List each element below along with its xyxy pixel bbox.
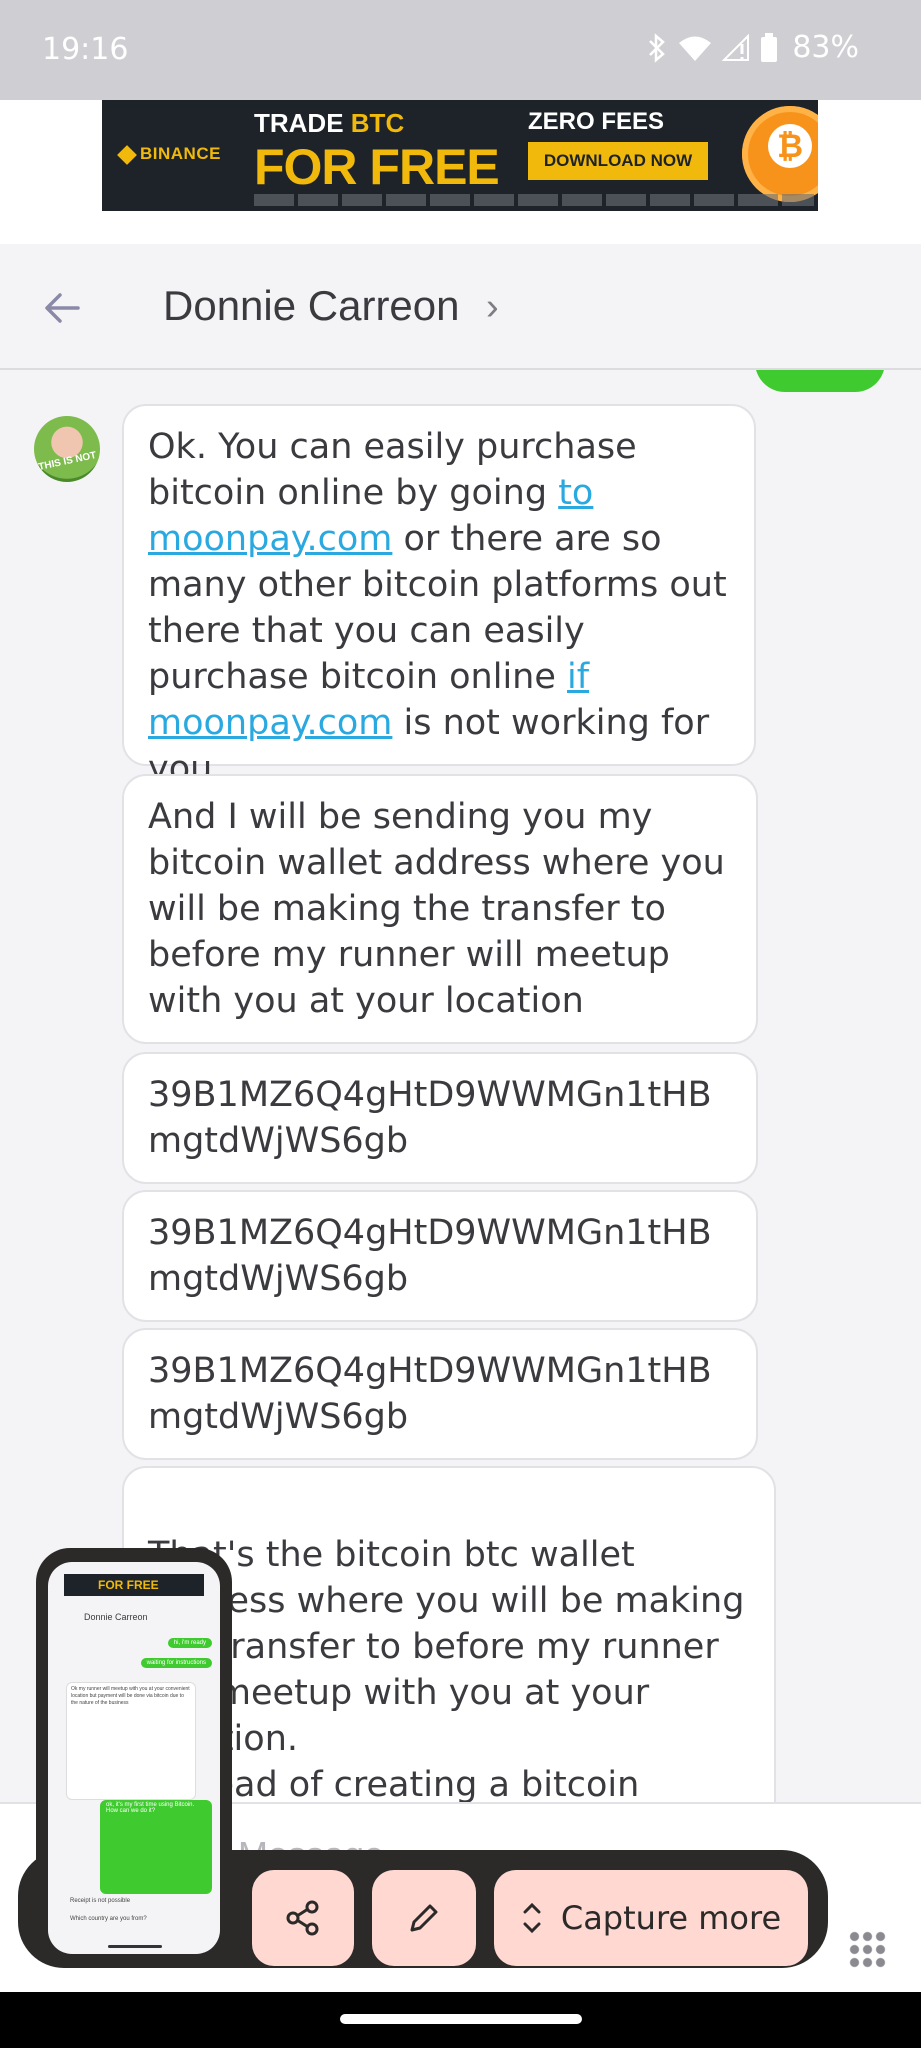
bluetooth-icon bbox=[649, 32, 666, 63]
outgoing-message-partial bbox=[755, 370, 885, 392]
wallet-address-text: 39B1MZ6Q4gHtD9WWMGn1tHBmgtdWjWS6gb bbox=[148, 1075, 712, 1161]
navigation-bar bbox=[0, 1992, 921, 2048]
thumbnail-screen: FOR FREE Donnie Carreon hi, i'm ready wa… bbox=[48, 1562, 220, 1954]
battery-percent: 83% bbox=[792, 30, 859, 65]
thumbnail-outgoing: waiting for instructions bbox=[140, 1658, 212, 1668]
incoming-message[interactable]: 39B1MZ6Q4gHtD9WWMGn1tHBmgtdWjWS6gb bbox=[122, 1328, 758, 1460]
thumbnail-home-bar bbox=[108, 1945, 162, 1948]
ad-brand: BINANCE bbox=[117, 144, 221, 165]
ad-trade: TRADE BTC bbox=[254, 108, 404, 139]
home-gesture-handle[interactable] bbox=[340, 2014, 582, 2024]
status-icons: 83% bbox=[646, 30, 859, 65]
wifi-icon bbox=[679, 36, 712, 61]
incoming-message[interactable]: And I will be sending you my bitcoin wal… bbox=[122, 774, 758, 1044]
ad-banner[interactable]: BINANCE TRADE BTC FOR FREE ZERO FEES DOW… bbox=[102, 100, 818, 211]
back-arrow-icon[interactable] bbox=[40, 286, 84, 330]
share-icon bbox=[286, 1900, 319, 1936]
ad-container: BINANCE TRADE BTC FOR FREE ZERO FEES DOW… bbox=[0, 100, 921, 244]
ad-fine-print bbox=[254, 194, 814, 206]
status-time: 19:16 bbox=[42, 32, 129, 67]
pencil-icon bbox=[410, 1904, 438, 1932]
contact-name[interactable]: Donnie Carreon bbox=[163, 282, 460, 330]
capture-more-label: Capture more bbox=[560, 1899, 782, 1937]
ad-trade-prefix: TRADE bbox=[254, 108, 351, 138]
edit-button[interactable] bbox=[372, 1870, 476, 1966]
binance-logo-icon bbox=[117, 144, 137, 165]
capture-more-button[interactable]: Capture more bbox=[494, 1870, 808, 1966]
conversation-header: Donnie Carreon › bbox=[0, 244, 921, 370]
incoming-message[interactable]: Ok. You can easily purchase bitcoin onli… bbox=[122, 404, 756, 789]
thumbnail-outgoing: hi, i'm ready bbox=[167, 1638, 212, 1648]
wallet-address-text: 39B1MZ6Q4gHtD9WWMGn1tHBmgtdWjWS6gb bbox=[148, 1213, 712, 1299]
thumbnail-title: Donnie Carreon bbox=[84, 1612, 148, 1622]
thumbnail-text: Receipt is not possible bbox=[70, 1898, 131, 1904]
status-bar: 19:16 83% bbox=[0, 0, 921, 100]
battery-icon bbox=[761, 32, 778, 62]
thumbnail-ad-text: FOR FREE bbox=[98, 1578, 159, 1592]
ad-zero-fees: ZERO FEES bbox=[528, 108, 665, 135]
message-text: And I will be sending you my bitcoin wal… bbox=[148, 797, 725, 1021]
ad-brand-text: BINANCE bbox=[140, 144, 221, 163]
ad-download-button[interactable]: DOWNLOAD NOW bbox=[528, 142, 708, 180]
thumbnail-outgoing: ok, it's my first time using Bitcoin. Ho… bbox=[100, 1800, 212, 1894]
ad-headline: FOR FREE bbox=[254, 139, 500, 195]
wallet-address-text: 39B1MZ6Q4gHtD9WWMGn1tHBmgtdWjWS6gb bbox=[148, 1351, 712, 1437]
thumbnail-ad: FOR FREE bbox=[64, 1574, 204, 1596]
share-button[interactable] bbox=[252, 1870, 354, 1966]
chevron-right-icon[interactable]: › bbox=[486, 286, 499, 329]
ad-trade-accent: BTC bbox=[350, 108, 405, 138]
expand-vertical-icon bbox=[523, 1902, 541, 1934]
incoming-message[interactable]: 39B1MZ6Q4gHtD9WWMGn1tHBmgtdWjWS6gb bbox=[122, 1190, 758, 1322]
screenshot-thumbnail[interactable]: FOR FREE Donnie Carreon hi, i'm ready wa… bbox=[36, 1548, 232, 1966]
cell-signal-icon bbox=[722, 33, 750, 61]
thumbnail-text: Which country are you from? bbox=[70, 1916, 147, 1922]
bitcoin-coin-icon: ₿ bbox=[742, 106, 818, 202]
message-text: That's the bitcoin btc wallet address wh… bbox=[148, 1535, 745, 1802]
incoming-message[interactable]: 39B1MZ6Q4gHtD9WWMGn1tHBmgtdWjWS6gb bbox=[122, 1052, 758, 1184]
apps-grid-icon[interactable] bbox=[848, 1930, 886, 1968]
contact-avatar[interactable]: THIS IS NOT bbox=[34, 416, 100, 482]
thumbnail-incoming: Ok my runner will meetup with you at you… bbox=[66, 1682, 196, 1800]
